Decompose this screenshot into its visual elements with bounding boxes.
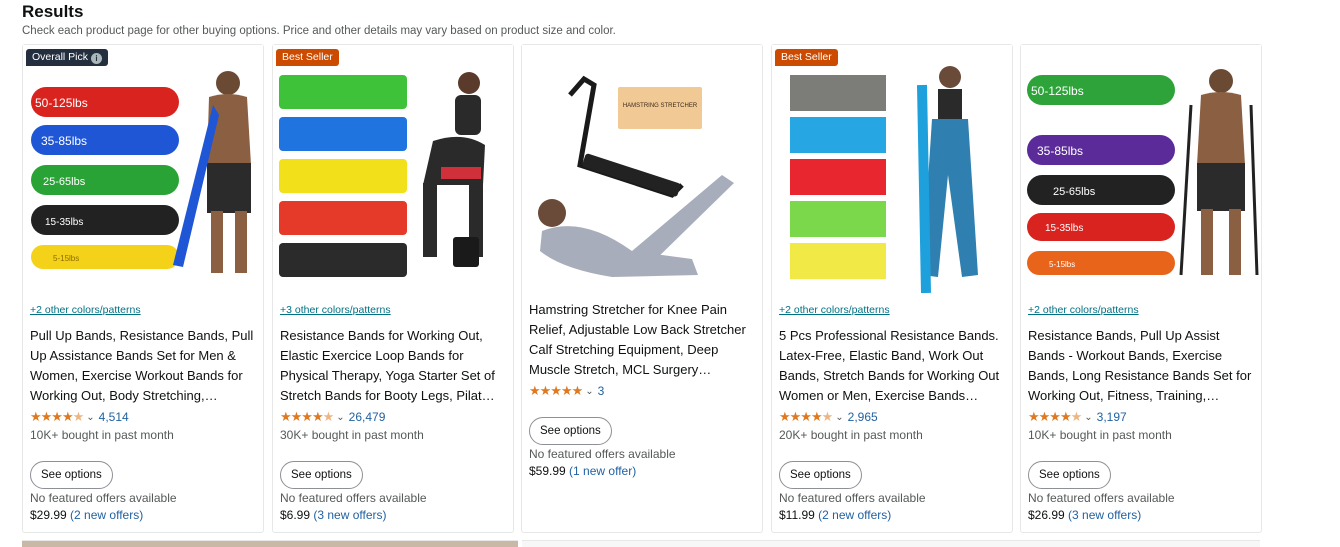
band-label: 15-35lbs <box>1045 223 1083 234</box>
box-label: HAMSTRING STRETCHER <box>623 103 698 109</box>
colors-link[interactable]: +2 other colors/patterns <box>1028 304 1139 316</box>
band-label: 50-125lbs <box>35 96 88 110</box>
product-card[interactable]: 50-125lbs 35-85lbs 25-65lbs 15-35lbs 5-1… <box>22 44 264 533</box>
price-row: $29.99 (2 new offers) <box>30 508 143 522</box>
rating-row[interactable]: ★★★★★ ⌄ 2,965 <box>779 409 878 425</box>
bought-count: 10K+ bought in past month <box>30 428 174 442</box>
next-row-product-card[interactable] <box>522 540 1260 547</box>
see-options-button[interactable]: See options <box>529 417 612 445</box>
results-subtitle: Check each product page for other buying… <box>22 25 616 37</box>
review-count[interactable]: 4,514 <box>99 410 129 424</box>
review-count[interactable]: 26,479 <box>349 410 386 424</box>
band-label: 35-85lbs <box>1037 144 1083 158</box>
product-title[interactable]: Resistance Bands for Working Out, Elasti… <box>280 326 510 406</box>
star-rating-icon[interactable]: ★★★★★ <box>30 409 84 425</box>
product-card[interactable]: Best Seller +2 other colors/patterns 5 P… <box>771 44 1013 533</box>
see-options-button[interactable]: See options <box>280 461 363 489</box>
price-row: $6.99 (3 new offers) <box>280 508 387 522</box>
review-count[interactable]: 3 <box>598 384 605 398</box>
offers-link[interactable]: (1 new offer) <box>569 464 636 478</box>
see-options-button[interactable]: See options <box>1028 461 1111 489</box>
price-row: $26.99 (3 new offers) <box>1028 508 1141 522</box>
rating-row[interactable]: ★★★★★ ⌄ 4,514 <box>30 409 129 425</box>
product-card[interactable]: Best Seller +3 other colors/patterns Res… <box>272 44 514 533</box>
colors-link[interactable]: +2 other colors/patterns <box>30 304 141 316</box>
chevron-down-icon[interactable]: ⌄ <box>86 412 94 423</box>
product-image[interactable]: 50-125lbs 35-85lbs 25-65lbs 15-35lbs 5-1… <box>23 45 263 293</box>
rating-row[interactable]: ★★★★★ ⌄ 3 <box>529 383 604 399</box>
band-label: 25-65lbs <box>43 176 86 188</box>
product-image[interactable]: 50-125lbs 35-85lbs 25-65lbs 15-35lbs 5-1… <box>1021 45 1261 293</box>
chevron-down-icon[interactable]: ⌄ <box>835 412 843 423</box>
price-row: $59.99 (1 new offer) <box>529 464 636 478</box>
info-icon[interactable]: i <box>91 53 103 64</box>
best-seller-badge: Best Seller <box>775 49 838 66</box>
product-title[interactable]: Hamstring Stretcher for Knee Pain Relief… <box>529 300 759 380</box>
no-offer-note: No featured offers available <box>1028 491 1175 505</box>
colors-link[interactable]: +3 other colors/patterns <box>280 304 391 316</box>
overall-pick-badge: Overall Pick i <box>26 49 109 66</box>
offers-link[interactable]: (2 new offers) <box>818 508 891 522</box>
price: $59.99 <box>529 464 566 478</box>
product-card[interactable]: 50-125lbs 35-85lbs 25-65lbs 15-35lbs 5-1… <box>1020 44 1262 533</box>
star-rating-icon[interactable]: ★★★★★ <box>1028 409 1082 425</box>
product-image[interactable]: Best Seller <box>273 45 513 293</box>
results-title: Results <box>22 2 84 21</box>
band-label: 5-15lbs <box>53 254 79 263</box>
see-options-button[interactable]: See options <box>779 461 862 489</box>
band-label: 15-35lbs <box>45 217 83 228</box>
no-offer-note: No featured offers available <box>30 491 177 505</box>
no-offer-note: No featured offers available <box>280 491 427 505</box>
no-offer-note: No featured offers available <box>529 447 676 461</box>
star-rating-icon[interactable]: ★★★★★ <box>280 409 334 425</box>
review-count[interactable]: 3,197 <box>1097 410 1127 424</box>
price: $26.99 <box>1028 508 1065 522</box>
product-card[interactable]: HAMSTRING STRETCHER Hamstring Stretcher … <box>521 44 763 533</box>
best-seller-badge: Best Seller <box>276 49 339 66</box>
product-image[interactable]: HAMSTRING STRETCHER <box>522 45 762 293</box>
rating-row[interactable]: ★★★★★ ⌄ 3,197 <box>1028 409 1127 425</box>
chevron-down-icon[interactable]: ⌄ <box>336 412 344 423</box>
next-row-product-image[interactable] <box>22 540 518 547</box>
price: $6.99 <box>280 508 311 522</box>
bought-count: 20K+ bought in past month <box>779 428 923 442</box>
product-image[interactable]: Best Seller <box>772 45 1012 293</box>
star-rating-icon[interactable]: ★★★★★ <box>779 409 833 425</box>
chevron-down-icon[interactable]: ⌄ <box>585 386 593 397</box>
price-row: $11.99 (2 new offers) <box>779 508 891 522</box>
chevron-down-icon[interactable]: ⌄ <box>1084 412 1092 423</box>
band-label: 5-15lbs <box>1049 260 1075 269</box>
bought-count: 10K+ bought in past month <box>1028 428 1172 442</box>
bought-count: 30K+ bought in past month <box>280 428 424 442</box>
offers-link[interactable]: (3 new offers) <box>313 508 386 522</box>
price: $11.99 <box>779 508 815 522</box>
no-offer-note: No featured offers available <box>779 491 926 505</box>
colors-link[interactable]: +2 other colors/patterns <box>779 304 890 316</box>
band-label: 25-65lbs <box>1053 186 1096 198</box>
band-label: 50-125lbs <box>1031 84 1084 98</box>
price: $29.99 <box>30 508 67 522</box>
band-label: 35-85lbs <box>41 134 87 148</box>
rating-row[interactable]: ★★★★★ ⌄ 26,479 <box>280 409 385 425</box>
product-title[interactable]: Resistance Bands, Pull Up Assist Bands -… <box>1028 326 1258 406</box>
offers-link[interactable]: (2 new offers) <box>70 508 143 522</box>
product-title[interactable]: 5 Pcs Professional Resistance Bands. Lat… <box>779 326 1009 406</box>
product-title[interactable]: Pull Up Bands, Resistance Bands, Pull Up… <box>30 326 260 406</box>
see-options-button[interactable]: See options <box>30 461 113 489</box>
review-count[interactable]: 2,965 <box>848 410 878 424</box>
offers-link[interactable]: (3 new offers) <box>1068 508 1141 522</box>
star-rating-icon[interactable]: ★★★★★ <box>529 383 583 399</box>
